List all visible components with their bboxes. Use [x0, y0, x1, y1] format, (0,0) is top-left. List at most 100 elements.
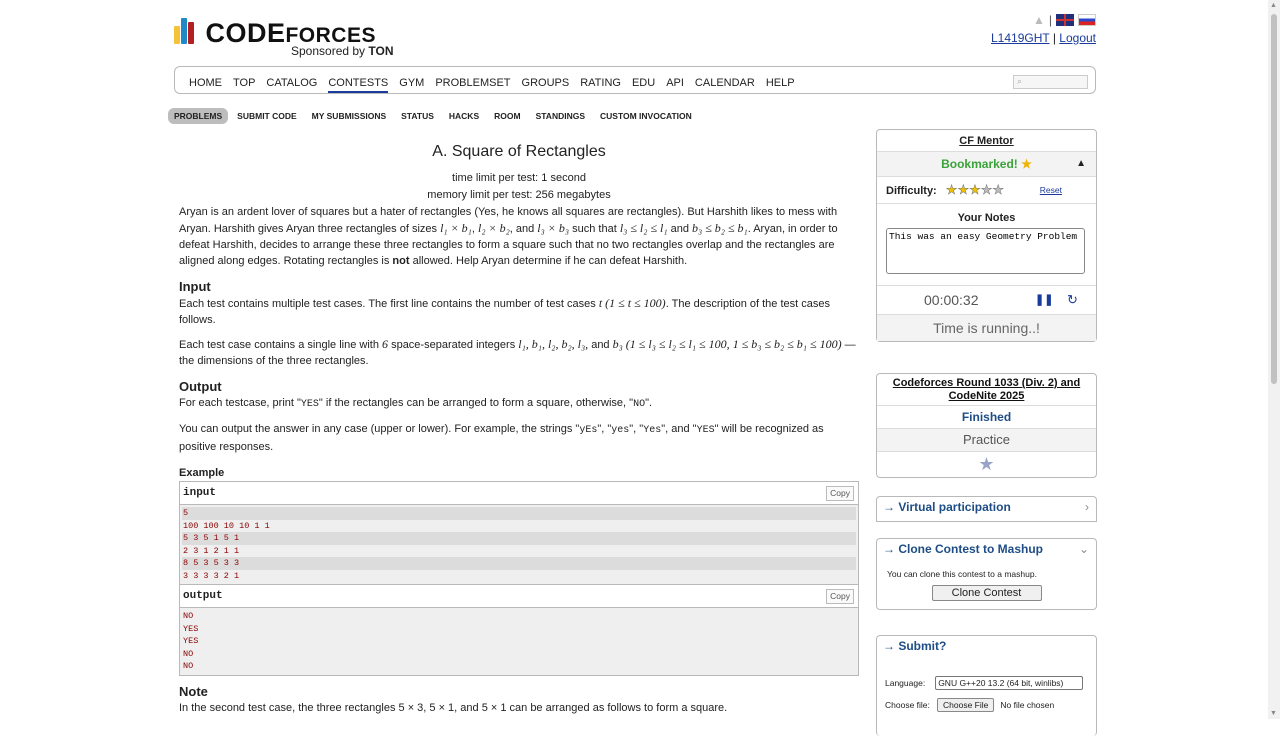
submenu-hacks[interactable]: HACKS [443, 108, 485, 124]
bookmark-star-icon: ★ [1021, 157, 1032, 171]
input-line: 100 100 10 10 1 1 [183, 520, 270, 531]
output-section-title: Output [179, 379, 222, 394]
menu-item-help[interactable]: HELP [766, 77, 795, 89]
main-menu: HOME TOP CATALOG CONTESTS GYM PROBLEMSET GROUP… [174, 66, 1096, 94]
favorite-star-icon[interactable]: ★ [877, 452, 1096, 477]
page-scrollbar[interactable]: ▲ ▼ [1268, 0, 1280, 719]
reset-difficulty-link[interactable]: Reset [1040, 177, 1062, 203]
sponsor-line: Sponsored by TON [291, 44, 394, 58]
submenu-room[interactable]: ROOM [488, 108, 526, 124]
collapse-caret-icon[interactable]: ▲ [1076, 152, 1086, 176]
scroll-up-icon[interactable]: ▲ [1270, 2, 1277, 9]
menu-item-edu[interactable]: EDU [632, 77, 655, 89]
submit-box: → Submit? Language: GNU G++20 13.2 (64 b… [876, 635, 1097, 736]
chevron-down-icon: ⌄ [1078, 542, 1089, 556]
example-output-box: output Copy NO YES YES NO NO [179, 585, 859, 676]
time-limit: time limit per test: 1 second [452, 172, 586, 184]
memory-limit: memory limit per test: 256 megabytes [427, 189, 611, 201]
submenu-status[interactable]: STATUS [395, 108, 440, 124]
search-icon: ⌕ [1017, 76, 1023, 86]
submenu-custom-invocation[interactable]: CUSTOM INVOCATION [594, 108, 698, 124]
note-text: In the second test case, the three recta… [179, 701, 728, 714]
file-status: No file chosen [1000, 700, 1055, 710]
second-level-menu: PROBLEMS SUBMIT CODE MY SUBMISSIONS STATUS H… [168, 108, 701, 124]
clone-contest-text: You can clone this contest to a mashup. [887, 569, 1037, 579]
search-input[interactable]: ⌕ [1013, 75, 1088, 89]
clone-contest-toggle[interactable]: → Clone Contest to Mashup ⌄ [877, 539, 1096, 559]
difficulty-row: Difficulty: ★★★★★ Reset [877, 177, 1096, 204]
copy-output-button[interactable]: Copy [826, 589, 854, 604]
menu-item-problemset[interactable]: PROBLEMSET [435, 77, 510, 89]
menu-item-rating[interactable]: RATING [580, 77, 621, 89]
chevron-right-icon: › [1085, 500, 1089, 514]
notes-textarea[interactable]: This was an easy Geometry Problem [886, 228, 1085, 274]
input-spec-p2: Each test case contains a single line wi… [179, 337, 856, 367]
scroll-down-icon[interactable]: ▼ [1270, 710, 1277, 717]
problem-title: A. Square of Rectangles [432, 143, 606, 160]
contest-status: Finished [877, 406, 1096, 429]
cf-mentor-panel: CF Mentor Bookmarked! ★ ▲ Difficulty: ★★… [876, 129, 1097, 342]
notification-icon[interactable]: ▲ [1033, 13, 1045, 27]
menu-item-top[interactable]: TOP [233, 77, 255, 89]
note-title: Note [179, 683, 208, 699]
submit-title: → Submit? [883, 639, 947, 653]
logout-link[interactable]: Logout [1059, 31, 1096, 45]
difficulty-star-icon[interactable]: ★ [969, 182, 981, 198]
menu-item-home[interactable]: HOME [189, 77, 222, 89]
output-line: NO [183, 661, 194, 671]
menu-item-groups[interactable]: GROUPS [522, 77, 570, 89]
contest-title-link[interactable]: Codeforces Round 1033 (Div. 2) and CodeN… [877, 374, 1096, 406]
contest-info-box: Codeforces Round 1033 (Div. 2) and CodeN… [876, 373, 1097, 478]
example-output-content: NO YES YES NO NO [180, 608, 858, 675]
logo-bars-icon [174, 18, 195, 44]
file-label: Choose file: [885, 700, 930, 710]
clone-contest-button[interactable]: Clone Contest [931, 585, 1042, 601]
input-line: 5 [182, 507, 856, 520]
output-spec-p2: You can output the answer in any case (u… [179, 423, 824, 453]
menu-item-gym[interactable]: GYM [399, 77, 424, 89]
timer-row: 00:00:32 ❚❚ ↻ [877, 286, 1096, 315]
cf-mentor-title[interactable]: CF Mentor [877, 130, 1096, 152]
username-link[interactable]: L1419GHT [991, 31, 1049, 45]
copy-input-button[interactable]: Copy [826, 486, 854, 501]
bookmark-status[interactable]: Bookmarked! ★ ▲ [877, 152, 1096, 177]
submenu-submit-code[interactable]: SUBMIT CODE [231, 108, 303, 124]
output-line: NO [183, 611, 194, 621]
russian-flag-icon[interactable] [1078, 14, 1096, 26]
input-line: 2 3 1 2 1 1 [183, 545, 240, 556]
virtual-participation-box: → Virtual participation › [876, 496, 1097, 522]
submenu-problems[interactable]: PROBLEMS [168, 108, 229, 124]
input-section-title: Input [179, 279, 211, 294]
submenu-standings[interactable]: STANDINGS [530, 108, 591, 124]
input-line: 5 3 5 1 5 1 [182, 532, 856, 545]
input-line: 8 5 3 5 3 3 [182, 557, 856, 570]
language-select[interactable]: GNU G++20 13.2 (64 bit, winlibs) [935, 676, 1084, 690]
english-flag-icon[interactable] [1056, 14, 1074, 26]
input-line: 3 3 3 3 2 1 [183, 570, 240, 581]
example-input-box: input Copy 5 100 100 10 10 1 15 3 5 1 5 12… [179, 481, 859, 585]
menu-item-calendar[interactable]: CALENDAR [695, 77, 755, 89]
language-label: Language: [885, 678, 926, 688]
choose-file-button[interactable]: Choose File [937, 698, 995, 712]
output-line: YES [183, 623, 199, 634]
notes-section: Your Notes This was an easy Geometry Pro… [877, 204, 1096, 286]
reset-icon[interactable]: ↻ [1067, 286, 1078, 314]
difficulty-star-icon[interactable]: ★ [992, 182, 1004, 198]
menu-item-contests[interactable]: CONTESTS [328, 77, 389, 93]
user-area: ▲ | L1419GHT | Logout [991, 13, 1096, 45]
scrollbar-thumb[interactable] [1271, 14, 1277, 384]
input-spec-p1: Each test contains multiple test cases. … [179, 296, 830, 326]
difficulty-star-icon[interactable]: ★ [957, 182, 969, 198]
menu-item-catalog[interactable]: CATALOG [266, 77, 317, 89]
difficulty-stars[interactable]: ★★★★★ [946, 182, 1005, 198]
difficulty-star-icon[interactable]: ★ [981, 182, 993, 198]
pause-icon[interactable]: ❚❚ [1035, 286, 1053, 314]
example-title: Example [179, 467, 225, 479]
virtual-participation-toggle[interactable]: → Virtual participation › [877, 497, 1096, 517]
input-label: input [183, 487, 217, 499]
difficulty-star-icon[interactable]: ★ [946, 182, 958, 198]
submenu-my-submissions[interactable]: MY SUBMISSIONS [306, 108, 392, 124]
menu-item-api[interactable]: API [666, 77, 684, 89]
timer-display: 00:00:32 [924, 292, 979, 308]
output-label: output [183, 590, 223, 602]
